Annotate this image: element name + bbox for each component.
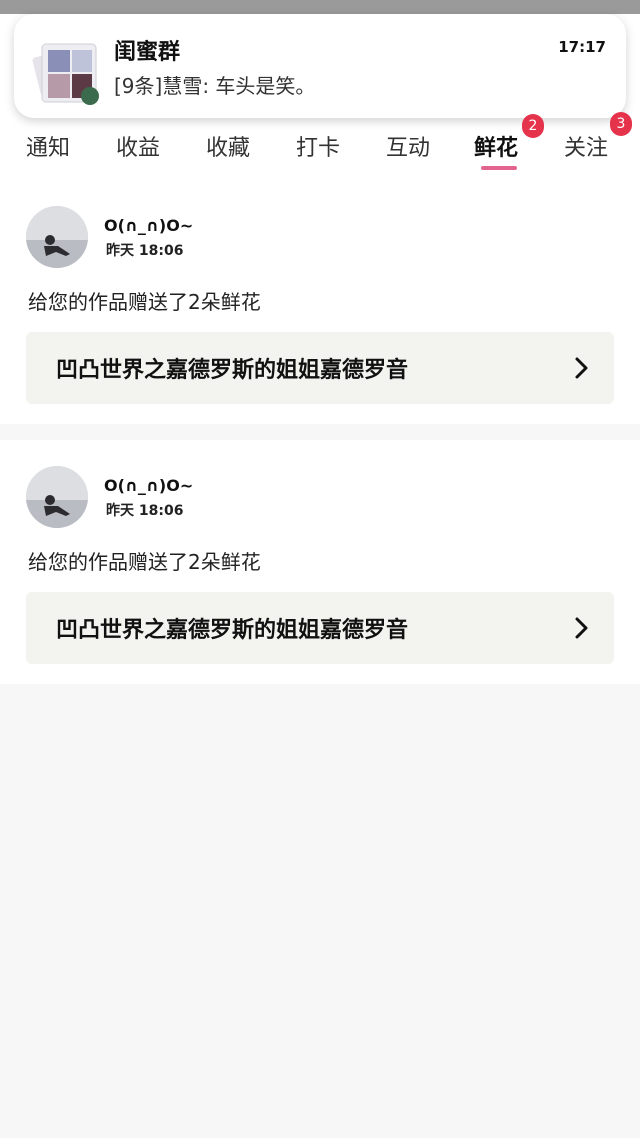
group-avatar-icon <box>32 43 99 105</box>
tab-flowers[interactable]: 鲜花 <box>474 130 518 162</box>
tab-favorites[interactable]: 收藏 <box>206 130 250 162</box>
username[interactable]: O(∩_∩)O~ <box>104 476 193 495</box>
tab-earnings[interactable]: 收益 <box>116 130 160 162</box>
work-link[interactable]: 凹凸世界之嘉德罗斯的姐姐嘉德罗音 <box>26 592 614 664</box>
work-title: 凹凸世界之嘉德罗斯的姐姐嘉德罗音 <box>56 618 409 643</box>
tab-follow[interactable]: 关注 <box>564 130 608 162</box>
chevron-right-icon <box>575 357 588 379</box>
notification-banner[interactable]: 闺蜜群 [9条]慧雪: 车头是笑。 17:17 <box>14 14 626 118</box>
active-tab-indicator <box>481 166 517 170</box>
flower-gift-card: O(∩_∩)O~ 昨天 18:06 给您的作品赠送了2朵鲜花 凹凸世界之嘉德罗斯… <box>0 440 640 684</box>
tab-checkin[interactable]: 打卡 <box>296 130 340 162</box>
timestamp: 昨天 18:06 <box>106 243 184 259</box>
status-bar <box>0 0 640 14</box>
notification-message: [9条]慧雪: 车头是笑。 <box>114 74 316 98</box>
timestamp: 昨天 18:06 <box>106 503 184 519</box>
avatar[interactable] <box>26 206 88 268</box>
tab-notice[interactable]: 通知 <box>26 130 70 162</box>
notification-title: 闺蜜群 <box>114 40 181 65</box>
gift-description: 给您的作品赠送了2朵鲜花 <box>28 290 261 314</box>
tab-bar: 通知 收益 收藏 打卡 互动 鲜花 关注 <box>0 120 640 180</box>
chevron-right-icon <box>575 617 588 639</box>
notification-time: 17:17 <box>558 38 606 56</box>
username[interactable]: O(∩_∩)O~ <box>104 216 193 235</box>
avatar[interactable] <box>26 466 88 528</box>
tab-interaction[interactable]: 互动 <box>386 130 430 162</box>
tab-flowers-badge: 2 <box>522 114 544 138</box>
flower-gift-card: O(∩_∩)O~ 昨天 18:06 给您的作品赠送了2朵鲜花 凹凸世界之嘉德罗斯… <box>0 180 640 424</box>
work-title: 凹凸世界之嘉德罗斯的姐姐嘉德罗音 <box>56 358 409 383</box>
work-link[interactable]: 凹凸世界之嘉德罗斯的姐姐嘉德罗音 <box>26 332 614 404</box>
avatar-photo <box>26 206 88 268</box>
gift-description: 给您的作品赠送了2朵鲜花 <box>28 550 261 574</box>
avatar-photo <box>26 466 88 528</box>
tab-follow-badge: 3 <box>610 112 632 136</box>
